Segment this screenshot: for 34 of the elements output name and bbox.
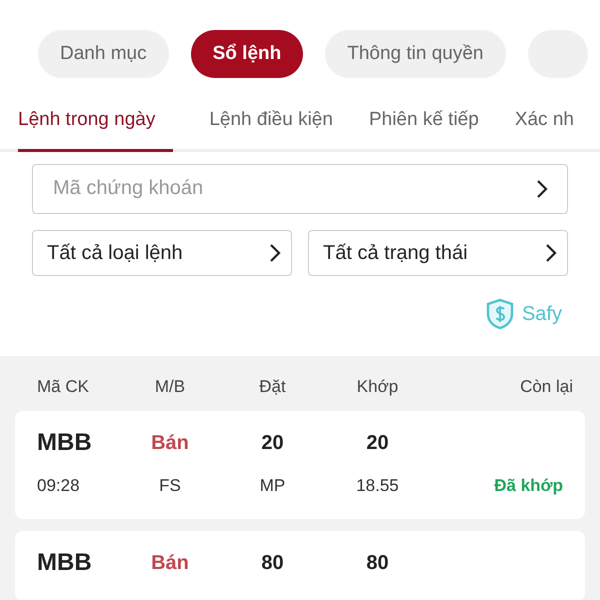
matched-quantity: 20 — [366, 432, 389, 454]
chevron-right-icon — [545, 242, 557, 262]
column-header: M/B — [154, 376, 186, 396]
tab[interactable]: Phiên kế tiếp — [368, 106, 479, 152]
order-type: FS — [159, 476, 181, 495]
search-field[interactable]: Mã chứng khoán — [32, 164, 568, 214]
chevron-right-icon — [536, 178, 548, 198]
column-header: Còn lại — [520, 376, 573, 396]
tab[interactable]: Lệnh điều kiện — [209, 106, 333, 152]
tab[interactable]: Xác nh — [514, 106, 574, 152]
chevron-right-icon — [269, 242, 281, 262]
category-pill[interactable]: Sổ lệnh — [190, 30, 304, 78]
order-status: Đã khớp — [494, 476, 563, 495]
stock-symbol: MBB — [37, 548, 92, 576]
tab[interactable]: Lệnh trong ngày — [18, 106, 174, 152]
column-header: Khớp — [356, 376, 398, 396]
order-side: Bán — [151, 552, 189, 574]
category-pill[interactable]: Danh mục — [38, 30, 169, 78]
order-time: 09:28 — [37, 476, 80, 495]
filter-dropdown[interactable]: Tất cả loại lệnh — [32, 230, 292, 276]
matched-price: 18.55 — [356, 476, 399, 495]
category-pill[interactable]: Thông tin quyền — [325, 30, 506, 78]
order-side: Bán — [151, 432, 189, 454]
filter-dropdown[interactable]: Tất cả trạng thái — [308, 230, 568, 276]
price-type: MP — [260, 476, 286, 495]
order-quantity: 80 — [261, 552, 284, 574]
order-card[interactable]: MBB Bán 20 20 09:28 FS MP 18.55 Đã khớp — [15, 411, 585, 518]
order-quantity: 20 — [261, 432, 284, 454]
stock-symbol: MBB — [37, 429, 92, 456]
matched-quantity: 80 — [366, 552, 389, 574]
column-header: Đặt — [259, 376, 286, 396]
shield-dollar-icon — [486, 298, 514, 330]
column-header: Mã CK — [37, 376, 89, 396]
order-card[interactable]: MBB Bán 80 80 — [15, 530, 585, 600]
